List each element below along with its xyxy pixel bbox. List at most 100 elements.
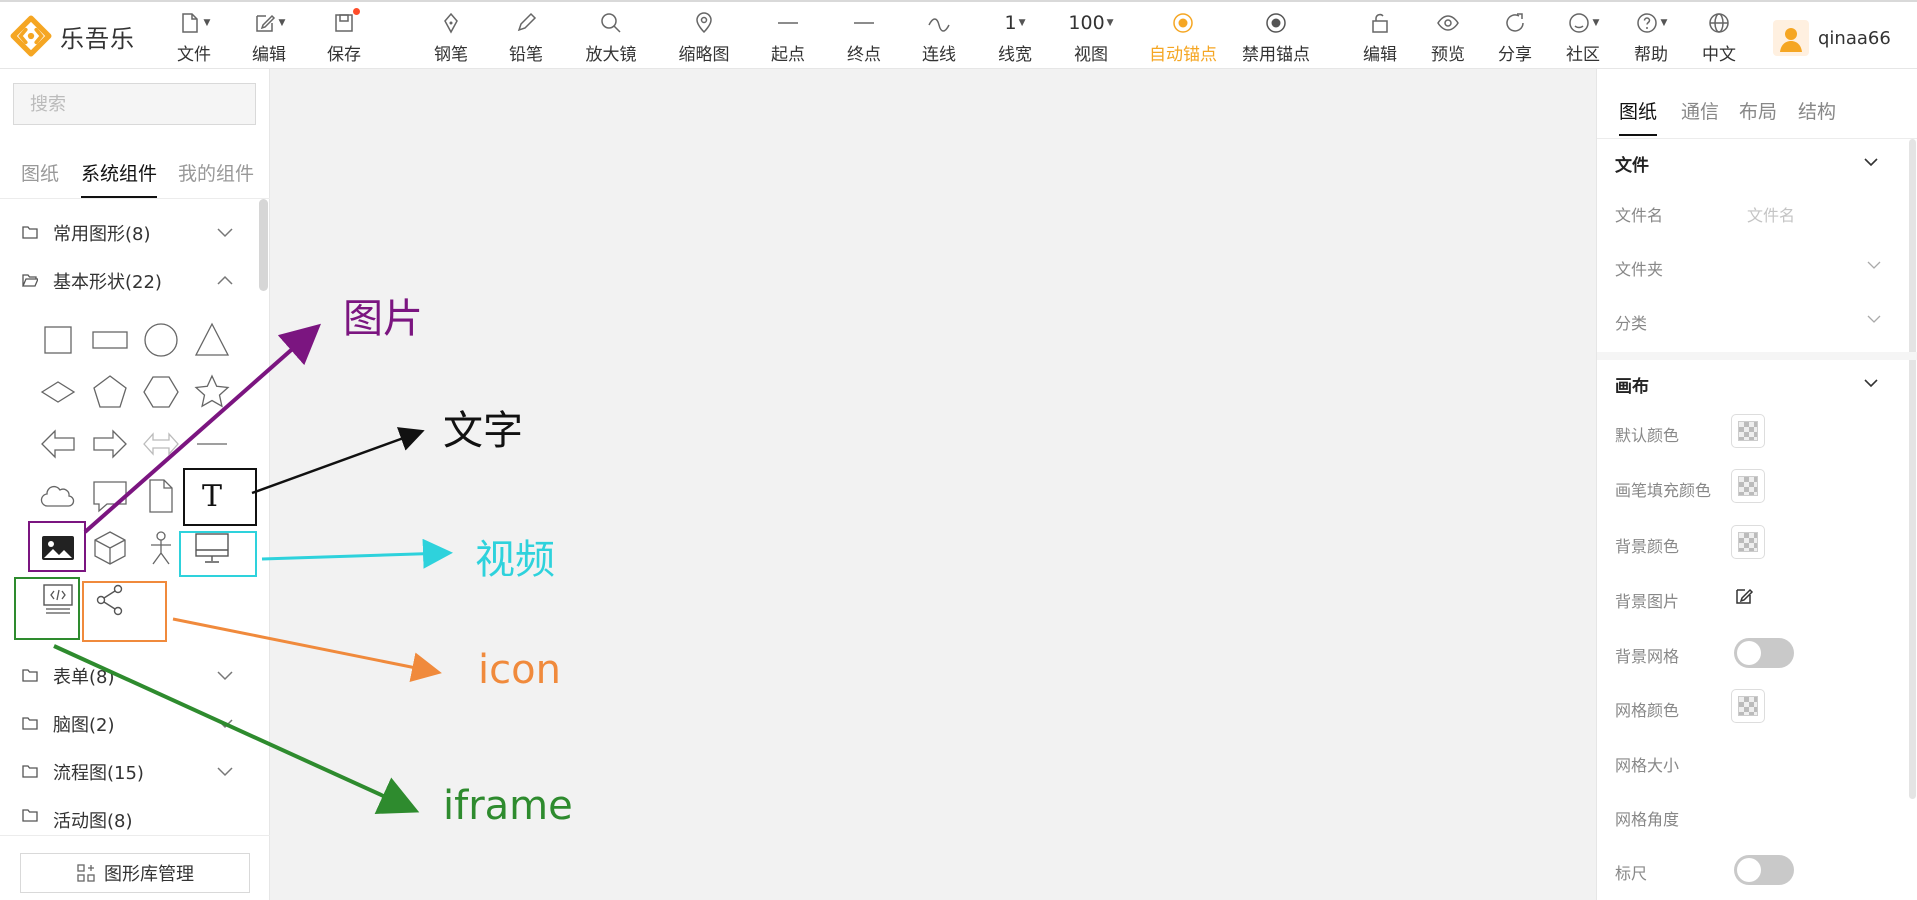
anchor-radio-icon	[1173, 13, 1193, 33]
shape-pentagon[interactable]	[88, 370, 132, 414]
default-color-label: 默认颜色	[1615, 426, 1680, 445]
file-menu[interactable]: ▼ 文件	[154, 8, 234, 68]
tab-structure[interactable]: 结构	[1798, 97, 1836, 134]
category-label: 活动图(8)	[53, 811, 133, 830]
line-width-dropdown[interactable]: 1 ▼ 线宽	[975, 8, 1055, 68]
shape-right-arrow[interactable]	[88, 422, 132, 466]
edit-menu[interactable]: ▼ 编辑	[229, 8, 309, 68]
auto-anchor-toggle[interactable]: 自动锚点	[1143, 8, 1223, 68]
tab-my-components[interactable]: 我的组件	[178, 159, 254, 196]
disable-anchor-toggle[interactable]: 禁用锚点	[1236, 8, 1316, 68]
new-file-icon	[181, 13, 198, 33]
shape-speech-bubble[interactable]	[88, 474, 132, 518]
shape-cloud[interactable]	[36, 474, 80, 518]
pencil-label: 铅笔	[509, 45, 543, 65]
connector-tool[interactable]: 连线	[899, 8, 979, 68]
top-toolbar: 乐吾乐 ▼ 文件 ▼ 编辑 保存 钢笔 铅笔 放大镜 缩略图 起点 终点 连线	[0, 0, 1917, 69]
shape-circle[interactable]	[139, 318, 183, 362]
auto-anchor-label: 自动锚点	[1149, 45, 1217, 65]
language-menu[interactable]: 中文	[1679, 8, 1759, 68]
person-icon	[151, 531, 171, 565]
line-end-icon	[854, 22, 874, 24]
grid-angle-row: 网格角度	[1597, 790, 1917, 840]
grid-color-row: 网格颜色	[1597, 681, 1917, 731]
pencil-tool[interactable]: 铅笔	[486, 8, 566, 68]
category-row[interactable]: 分类	[1597, 294, 1917, 344]
pen-label: 钢笔	[434, 45, 468, 65]
user-menu[interactable]: qinaa66	[1773, 20, 1891, 56]
edit-icon[interactable]	[1734, 586, 1754, 606]
thumbnail-tool[interactable]: 缩略图	[664, 8, 744, 68]
shape-rectangle[interactable]	[88, 318, 132, 362]
start-point-tool[interactable]: 起点	[748, 8, 828, 68]
category-common-shapes[interactable]: 常用图形(8)	[0, 213, 255, 253]
grid-plus-icon	[77, 864, 95, 882]
folder-icon	[22, 717, 38, 730]
bg-image-row: 背景图片	[1597, 572, 1917, 622]
section-canvas-header[interactable]: 画布	[1597, 362, 1917, 406]
shape-image[interactable]	[36, 526, 80, 570]
shape-actor[interactable]	[139, 526, 183, 570]
annotation-image-label: 图片	[343, 296, 423, 342]
save-label: 保存	[327, 45, 361, 65]
tab-drawings[interactable]: 图纸	[21, 159, 59, 196]
default-color-picker[interactable]	[1731, 414, 1765, 448]
bg-grid-toggle[interactable]	[1734, 638, 1794, 668]
hexagon-icon	[143, 376, 179, 408]
shape-diamond[interactable]	[36, 370, 80, 414]
shape-icon[interactable]	[88, 578, 132, 622]
app-logo[interactable]: 乐吾乐	[10, 15, 135, 57]
search-input[interactable]	[13, 83, 256, 125]
category-flowchart[interactable]: 流程图(15)	[0, 752, 255, 792]
drawing-canvas[interactable]	[271, 69, 1596, 900]
folder-open-icon	[22, 274, 38, 287]
default-color-row: 默认颜色	[1597, 406, 1917, 456]
bg-color-picker[interactable]	[1731, 525, 1765, 559]
circle-icon	[144, 323, 178, 357]
shape-square[interactable]	[36, 318, 80, 362]
category-mindmap[interactable]: 脑图(2)	[0, 704, 255, 744]
save-icon	[335, 14, 353, 32]
view-zoom-dropdown[interactable]: 100 ▼ 视图	[1051, 8, 1131, 68]
left-arrow-icon	[41, 429, 75, 459]
shape-left-arrow[interactable]	[36, 422, 80, 466]
section-file-header[interactable]: 文件	[1597, 141, 1917, 185]
shape-text[interactable]: T	[190, 474, 234, 518]
shape-double-arrow[interactable]	[139, 422, 183, 466]
folder-row[interactable]: 文件夹	[1597, 240, 1917, 290]
panel-scrollbar[interactable]	[259, 199, 268, 291]
category-basic-shapes[interactable]: 基本形状(22)	[0, 261, 255, 301]
grid-color-picker[interactable]	[1731, 689, 1765, 723]
shape-cube[interactable]	[88, 526, 132, 570]
tab-layout[interactable]: 布局	[1739, 97, 1777, 134]
ruler-toggle[interactable]	[1734, 855, 1794, 885]
shape-document[interactable]	[139, 474, 183, 518]
library-manage-button[interactable]: 图形库管理	[20, 853, 250, 893]
grid-size-label: 网格大小	[1615, 756, 1680, 775]
rectangle-icon	[92, 331, 128, 349]
tab-drawing[interactable]: 图纸	[1619, 97, 1658, 136]
tab-system-components[interactable]: 系统组件	[81, 159, 158, 198]
shape-line[interactable]	[190, 422, 234, 466]
grid-angle-label: 网格角度	[1615, 810, 1680, 829]
pen-icon	[444, 12, 458, 34]
shape-hexagon[interactable]	[139, 370, 183, 414]
image-icon	[42, 536, 74, 560]
end-point-tool[interactable]: 终点	[824, 8, 904, 68]
pen-fill-color-row: 画笔填充颜色	[1597, 461, 1917, 511]
tab-communication[interactable]: 通信	[1681, 97, 1719, 134]
category-label: 流程图(15)	[53, 763, 144, 784]
pen-tool[interactable]: 钢笔	[411, 8, 491, 68]
tabs-divider	[0, 198, 270, 199]
shape-triangle[interactable]	[190, 318, 234, 362]
save-button[interactable]: 保存	[304, 8, 384, 68]
category-forms[interactable]: 表单(8)	[0, 656, 255, 696]
properties-panel: 图纸 通信 布局 结构 文件 文件名 文件名 文件夹 分类 画布 默认颜色 画笔…	[1596, 69, 1917, 900]
pen-fill-color-picker[interactable]	[1731, 469, 1765, 503]
category-activity[interactable]: 活动图(8)	[0, 800, 255, 830]
shape-video[interactable]	[190, 526, 234, 570]
file-name-input[interactable]: 文件名	[1747, 202, 1795, 226]
shape-star[interactable]	[190, 370, 234, 414]
magnifier-tool[interactable]: 放大镜	[571, 8, 651, 68]
shape-iframe[interactable]	[36, 578, 80, 622]
